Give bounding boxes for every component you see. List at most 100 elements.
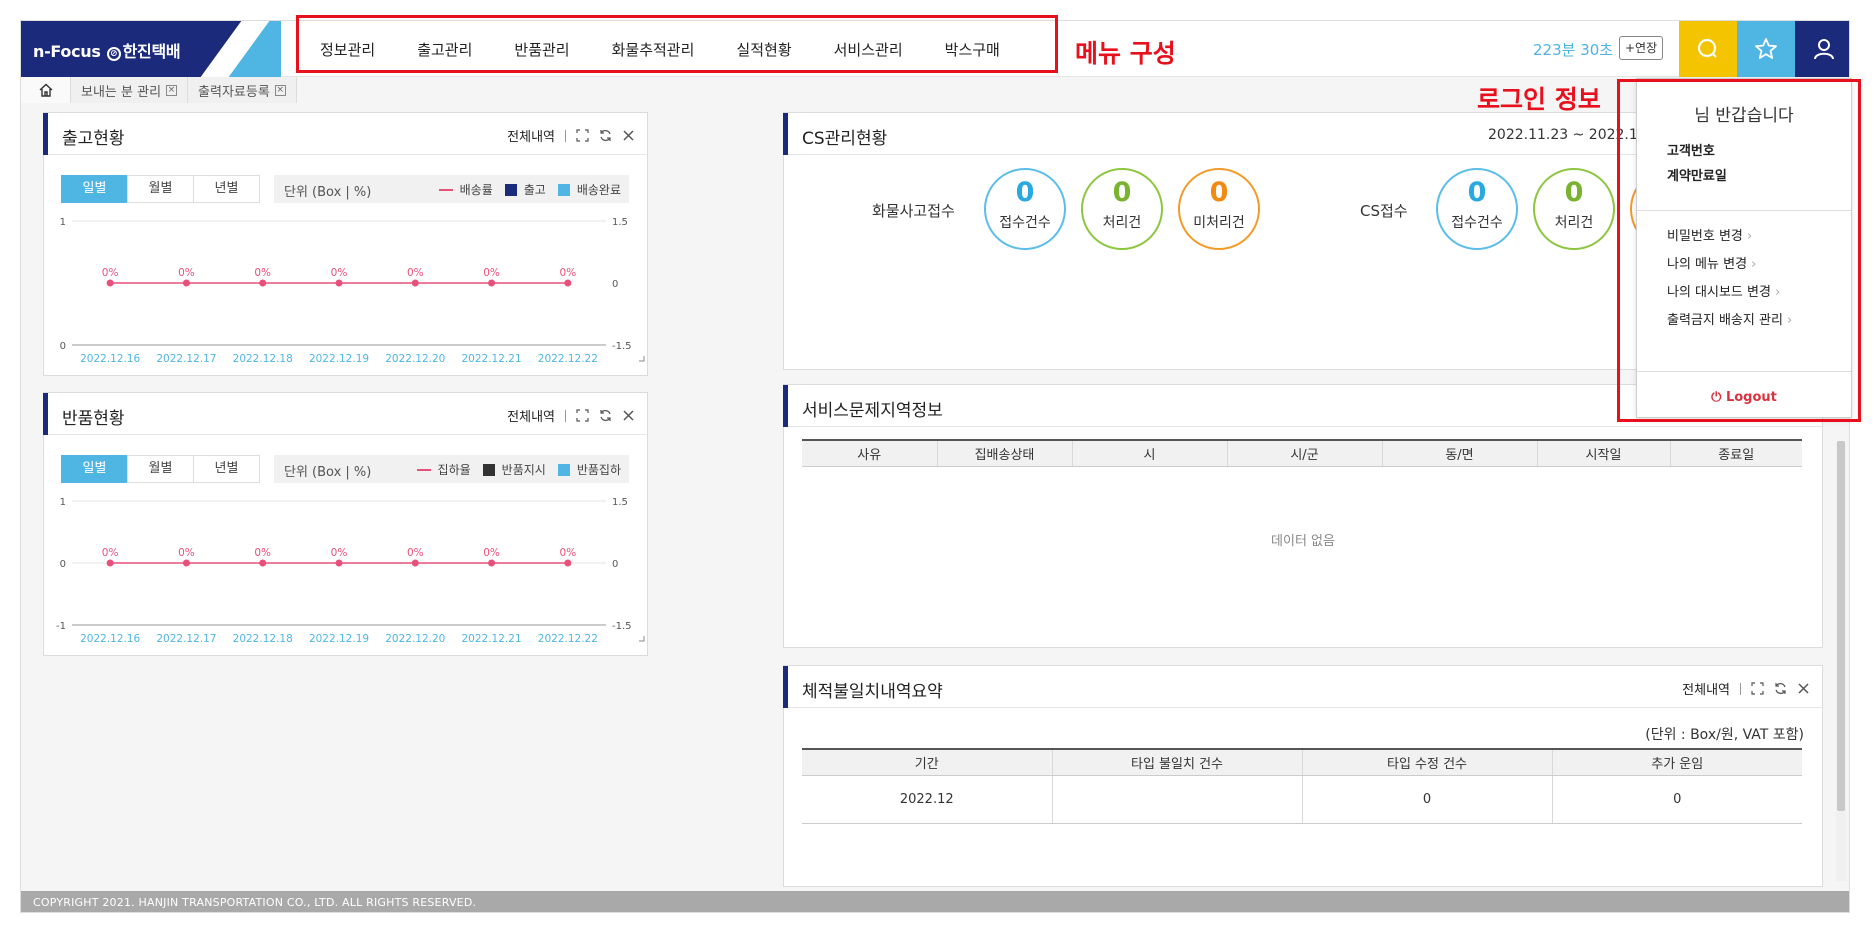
brand-mark-icon: ⊘ [106,47,121,61]
period-yearly-button[interactable]: 년별 [193,175,260,203]
footer: COPYRIGHT 2021. HANJIN TRANSPORTATION CO… [21,891,1849,912]
x-tick-label: 2022.12.22 [538,633,598,645]
data-label: 0% [331,547,348,559]
panel-title: 체적불일치내역요약 [802,682,943,702]
accident-processed-count[interactable]: 0 처리건 [1081,168,1163,250]
legend-item[interactable]: 출고 [504,181,546,198]
shipping-chart: 1 0 1.5 0 -1.5 2022.12.16 2022.12.17 2022.12.18… [60,217,645,365]
close-icon[interactable]: × [166,84,178,96]
volume-mismatch-panel: 체적불일치내역요약 전체내역 (단위 : Box/원, VAT 포함) 기간 타… [783,665,1823,887]
accident-unprocessed-count[interactable]: 0 미처리건 [1178,168,1260,250]
chart-legend: 집하율 반품지시 반품집하 [416,461,621,478]
close-icon[interactable] [622,409,635,422]
legend-label: 집하율 [437,463,471,477]
user-button[interactable] [1795,21,1849,77]
data-point [411,559,419,567]
favorites-button[interactable] [1737,21,1795,77]
column-header: 기간 [802,748,1052,776]
legend-square-icon [504,183,517,196]
x-tick-label: 2022.12.18 [233,633,293,645]
legend-item[interactable]: 배송완료 [557,181,621,198]
count-value: 0 [1467,177,1487,208]
x-tick-label: 2022.12.21 [462,633,522,645]
table-row[interactable]: 2022.12 0 0 [802,775,1802,824]
data-label: 0% [407,267,424,279]
column-header: 종료일 [1669,439,1802,467]
y-tick-label-right: 1.5 [612,217,628,228]
close-icon[interactable]: × [274,84,286,96]
y-tick-label-left: -1 [56,621,66,632]
legend-item[interactable]: 반품지시 [482,461,546,478]
logo[interactable]: n-Focus ⊘ 한진택배 [21,21,281,77]
period-monthly-button[interactable]: 월별 [127,175,194,203]
expand-icon[interactable] [1751,682,1764,695]
column-header: 사유 [802,439,937,467]
panel-title: 출고현황 [62,129,125,149]
volume-summary-table: 기간 타입 불일치 건수 타입 수정 건수 추가 운임 2022.12 0 0 [802,748,1802,824]
x-tick-label: 2022.12.20 [385,353,445,365]
scrollbar-thumb[interactable] [1837,441,1845,811]
data-point [411,279,419,287]
period-monthly-button[interactable]: 월별 [127,455,194,483]
close-icon[interactable] [1797,682,1810,695]
data-label: 0% [331,267,348,279]
vertical-scrollbar[interactable] [1836,441,1846,881]
expand-icon[interactable] [576,409,589,422]
column-header: 타입 불일치 건수 [1051,748,1302,776]
period-daily-button[interactable]: 일별 [61,455,128,483]
data-point [488,559,496,567]
legend-label: 배송완료 [576,183,621,197]
view-all-link[interactable]: 전체내역 [1682,679,1730,698]
period-toggle: 일별 월별 년별 [61,455,260,483]
y-tick-label-right: -1.5 [612,621,632,632]
tab-home[interactable] [21,77,71,103]
accident-received-count[interactable]: 0 접수건수 [984,168,1066,250]
data-label: 0% [254,547,271,559]
x-tick-label: 2022.12.16 [80,353,140,365]
refresh-icon[interactable] [599,129,612,142]
count-value: 0 [1015,177,1035,208]
x-tick-label: 2022.12.19 [309,633,369,645]
data-point [182,559,190,567]
refresh-icon[interactable] [1774,682,1787,695]
chart-options-bar: 단위 (Box | %) 배송률 출고 배송완료 [274,175,629,203]
table-cell [1051,775,1302,824]
legend-item[interactable]: 집하율 [416,461,471,478]
view-all-link[interactable]: 전체내역 [507,406,555,425]
legend-item[interactable]: 배송률 [438,181,493,198]
tab-sender-management[interactable]: 보내는 분 관리 × [71,77,189,103]
search-button[interactable] [1679,21,1737,77]
x-tick-label: 2022.12.17 [156,633,216,645]
tab-print-data[interactable]: 출력자료등록 × [188,77,297,103]
unit-label: 단위 (Box | %) [284,465,372,480]
period-yearly-button[interactable]: 년별 [193,455,260,483]
data-point [335,559,343,567]
close-icon[interactable] [622,129,635,142]
service-problem-table: 사유 집배송상태 시 시/군 동/면 시작일 종료일 [802,439,1802,467]
y-tick-label-left: 1 [60,497,66,508]
expand-icon[interactable] [576,129,589,142]
cargo-accident-label: 화물사고접수 [872,202,955,220]
extend-session-button[interactable]: +연장 [1619,36,1664,60]
table-cell: 2022.12 [802,775,1052,824]
cs-processed-count[interactable]: 0 처리건 [1533,168,1615,250]
x-tick-label: 2022.12.16 [80,633,140,645]
legend-label: 배송률 [459,183,493,197]
column-header: 집배송상태 [936,439,1072,467]
column-header: 동/면 [1381,439,1537,467]
cs-received-count[interactable]: 0 접수건수 [1436,168,1518,250]
x-tick-label: 2022.12.18 [233,353,293,365]
data-point [259,279,267,287]
period-daily-button[interactable]: 일별 [61,175,128,203]
chart-options-bar: 단위 (Box | %) 집하율 반품지시 반품집하 [274,455,629,483]
data-point [488,279,496,287]
refresh-icon[interactable] [599,409,612,422]
legend-line-icon [416,468,431,471]
legend-item[interactable]: 반품집하 [557,461,621,478]
data-point [182,279,190,287]
panel-title: CS관리현황 [802,129,888,149]
column-header: 타입 수정 건수 [1301,748,1552,776]
login-annotation-box [1617,79,1861,422]
count-value: 0 [1209,177,1229,208]
view-all-link[interactable]: 전체내역 [507,126,555,145]
